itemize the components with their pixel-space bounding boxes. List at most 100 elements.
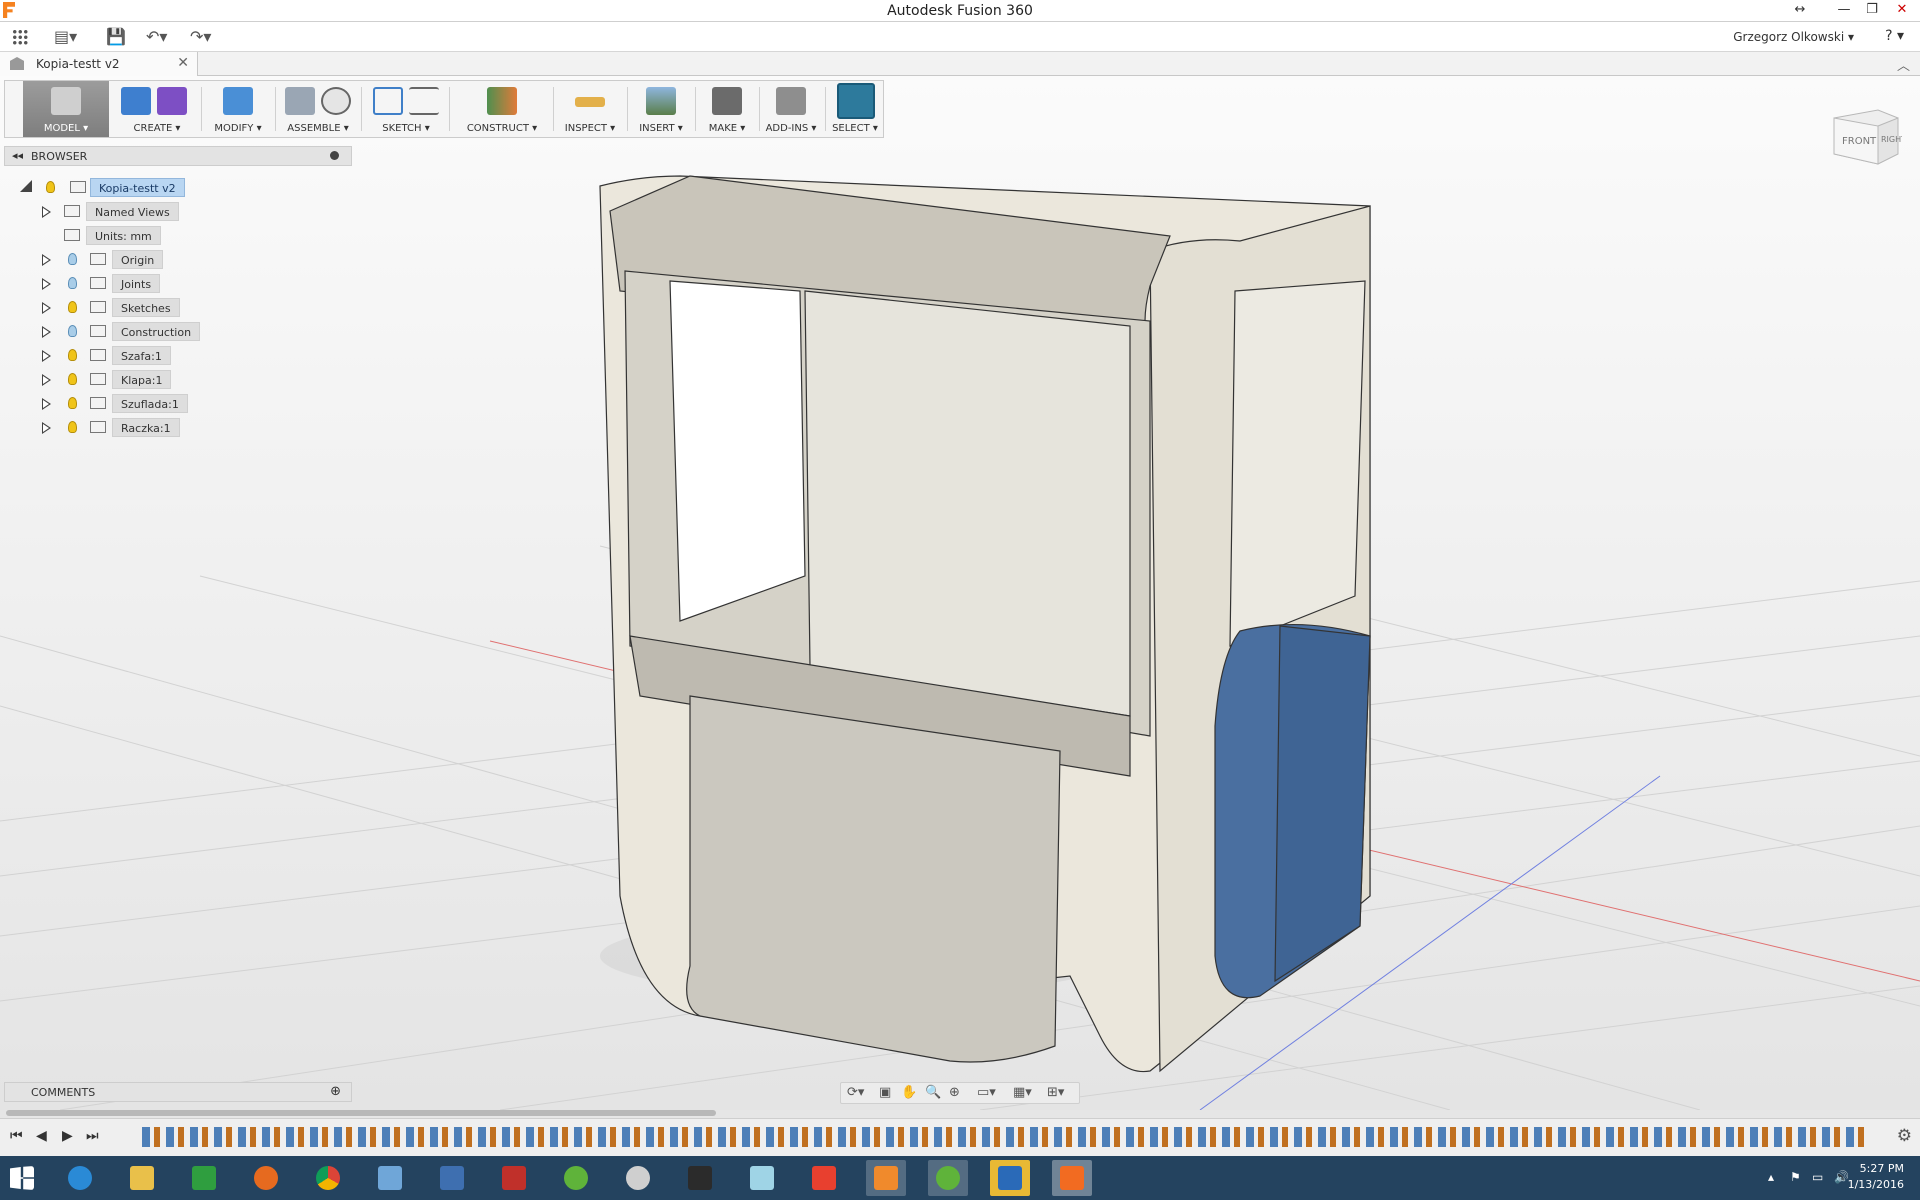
taskbar-remote-desktop[interactable]: [370, 1160, 410, 1196]
add-comment-icon[interactable]: ⊕: [330, 1084, 341, 1099]
taskbar-internet-explorer[interactable]: [60, 1160, 100, 1196]
close-tab-icon[interactable]: ✕: [177, 55, 189, 71]
look-at-icon[interactable]: ▣: [879, 1085, 891, 1100]
pan-icon[interactable]: ✋: [901, 1085, 917, 1100]
display-settings-icon[interactable]: ▭▾: [977, 1085, 996, 1100]
collapse-chevron-icon[interactable]: ︿: [1897, 55, 1910, 74]
undo-icon[interactable]: ↶▾: [146, 26, 167, 48]
taskbar-app-11[interactable]: [680, 1160, 720, 1196]
expand-triangle-icon[interactable]: [42, 302, 51, 314]
expand-triangle-icon[interactable]: [42, 206, 51, 218]
taskbar-app-16[interactable]: [990, 1160, 1030, 1196]
expanded-triangle-icon[interactable]: [20, 180, 32, 192]
tree-item-raczka[interactable]: Raczka:1: [0, 416, 360, 440]
tree-item-joints[interactable]: Joints: [0, 272, 360, 296]
taskbar-app-10[interactable]: [618, 1160, 658, 1196]
visibility-bulb-icon[interactable]: [68, 277, 77, 289]
close-button[interactable]: ✕: [1888, 0, 1916, 22]
expand-triangle-icon[interactable]: [42, 398, 51, 410]
clock[interactable]: 5:27 PM 1/13/2016: [1848, 1161, 1904, 1193]
timeline-settings-gear-icon[interactable]: ⚙: [1897, 1126, 1912, 1146]
redo-icon[interactable]: ↷▾: [190, 26, 211, 48]
viewports-icon[interactable]: ⊞▾: [1047, 1085, 1064, 1100]
tree-root-item[interactable]: Kopia-testt v2: [0, 176, 360, 200]
workspace-model-button[interactable]: MODEL ▾: [23, 81, 109, 137]
create-menu[interactable]: CREATE ▾: [117, 81, 197, 137]
expand-triangle-icon[interactable]: [42, 350, 51, 362]
taskbar-app-8[interactable]: [494, 1160, 534, 1196]
visibility-bulb-icon[interactable]: [68, 421, 77, 433]
expand-triangle-icon[interactable]: [42, 422, 51, 434]
taskbar-app-7[interactable]: [432, 1160, 472, 1196]
expand-triangle-icon[interactable]: [42, 326, 51, 338]
minimize-button[interactable]: —: [1830, 0, 1858, 22]
tree-item-klapa[interactable]: Klapa:1: [0, 368, 360, 392]
browser-panel-header[interactable]: ◂◂ BROWSER: [4, 146, 352, 166]
tree-item-label[interactable]: Named Views: [86, 202, 179, 221]
addins-menu[interactable]: ADD-INS ▾: [761, 81, 821, 137]
document-tab[interactable]: Kopia-testt v2 ✕: [0, 52, 198, 76]
tree-item-sketches[interactable]: Sketches: [0, 296, 360, 320]
timeline-scrollbar[interactable]: [6, 1110, 716, 1116]
expand-triangle-icon[interactable]: [42, 278, 51, 290]
tree-item-construction[interactable]: Construction: [0, 320, 360, 344]
tree-item-szuflada[interactable]: Szuflada:1: [0, 392, 360, 416]
resize-icon[interactable]: ↔: [1786, 0, 1814, 22]
sketch-menu[interactable]: SKETCH ▾: [367, 81, 445, 137]
tree-item-label[interactable]: Units: mm: [86, 226, 161, 245]
insert-menu[interactable]: INSERT ▾: [631, 81, 691, 137]
tree-item-units[interactable]: Units: mm: [0, 224, 360, 248]
restore-button[interactable]: ❐: [1858, 0, 1886, 22]
timeline-play-button[interactable]: ▶: [62, 1128, 73, 1144]
view-cube-front-label[interactable]: FRONT: [1842, 136, 1877, 147]
tree-item-label[interactable]: Szuflada:1: [112, 394, 188, 413]
inspect-menu[interactable]: INSPECT ▾: [557, 81, 623, 137]
view-cube[interactable]: FRONT RIGHT: [1828, 96, 1906, 170]
tree-item-label[interactable]: Origin: [112, 250, 164, 269]
browser-options-icon[interactable]: [330, 151, 339, 160]
tree-root-label[interactable]: Kopia-testt v2: [90, 178, 185, 197]
expand-triangle-icon[interactable]: [42, 374, 51, 386]
taskbar-utorrent[interactable]: [556, 1160, 596, 1196]
tray-flag-icon[interactable]: ⚑: [1790, 1170, 1801, 1184]
tree-item-origin[interactable]: Origin: [0, 248, 360, 272]
timeline-first-button[interactable]: ⏮: [10, 1128, 23, 1144]
visibility-bulb-icon[interactable]: [68, 397, 77, 409]
taskbar-store[interactable]: [184, 1160, 224, 1196]
tree-item-label[interactable]: Joints: [112, 274, 161, 293]
taskbar-fusion-360[interactable]: [1052, 1160, 1092, 1196]
data-panel-grid-icon[interactable]: [12, 29, 28, 45]
select-menu[interactable]: SELECT ▾: [827, 81, 883, 137]
tree-item-label[interactable]: Sketches: [112, 298, 180, 317]
tray-network-icon[interactable]: ▭: [1812, 1170, 1823, 1184]
visibility-bulb-icon[interactable]: [68, 373, 77, 385]
assemble-menu[interactable]: ASSEMBLE ▾: [279, 81, 357, 137]
tree-item-szafa[interactable]: Szafa:1: [0, 344, 360, 368]
make-menu[interactable]: MAKE ▾: [699, 81, 755, 137]
comments-panel-header[interactable]: COMMENTS ⊕: [4, 1082, 352, 1102]
tree-item-label[interactable]: Szafa:1: [112, 346, 171, 365]
modify-menu[interactable]: MODIFY ▾: [205, 81, 271, 137]
tree-item-label[interactable]: Raczka:1: [112, 418, 180, 437]
save-icon[interactable]: 💾: [106, 26, 126, 48]
tree-item-label[interactable]: Construction: [112, 322, 201, 341]
help-icon[interactable]: ? ▾: [1885, 28, 1904, 44]
taskbar-firefox[interactable]: [246, 1160, 286, 1196]
timeline-last-button[interactable]: ⏭: [86, 1128, 99, 1144]
visibility-bulb-icon[interactable]: [68, 325, 77, 337]
taskbar-file-explorer[interactable]: [122, 1160, 162, 1196]
taskbar-app-14[interactable]: [866, 1160, 906, 1196]
tray-chevron-icon[interactable]: ▴: [1768, 1170, 1774, 1184]
orbit-icon[interactable]: ⟳▾: [847, 1085, 864, 1100]
view-cube-right-label[interactable]: RIGHT: [1881, 135, 1906, 144]
taskbar-chrome[interactable]: [308, 1160, 348, 1196]
tree-item-label[interactable]: Klapa:1: [112, 370, 172, 389]
visibility-bulb-icon[interactable]: [68, 349, 77, 361]
timeline-prev-button[interactable]: ◀: [36, 1128, 47, 1144]
collapse-browser-icon[interactable]: ◂◂: [12, 149, 23, 162]
taskbar-app-12[interactable]: [742, 1160, 782, 1196]
taskbar-app-13[interactable]: [804, 1160, 844, 1196]
timeline-feature-strip[interactable]: [142, 1127, 1867, 1147]
visibility-bulb-icon[interactable]: [68, 301, 77, 313]
visibility-bulb-icon[interactable]: [68, 253, 77, 265]
